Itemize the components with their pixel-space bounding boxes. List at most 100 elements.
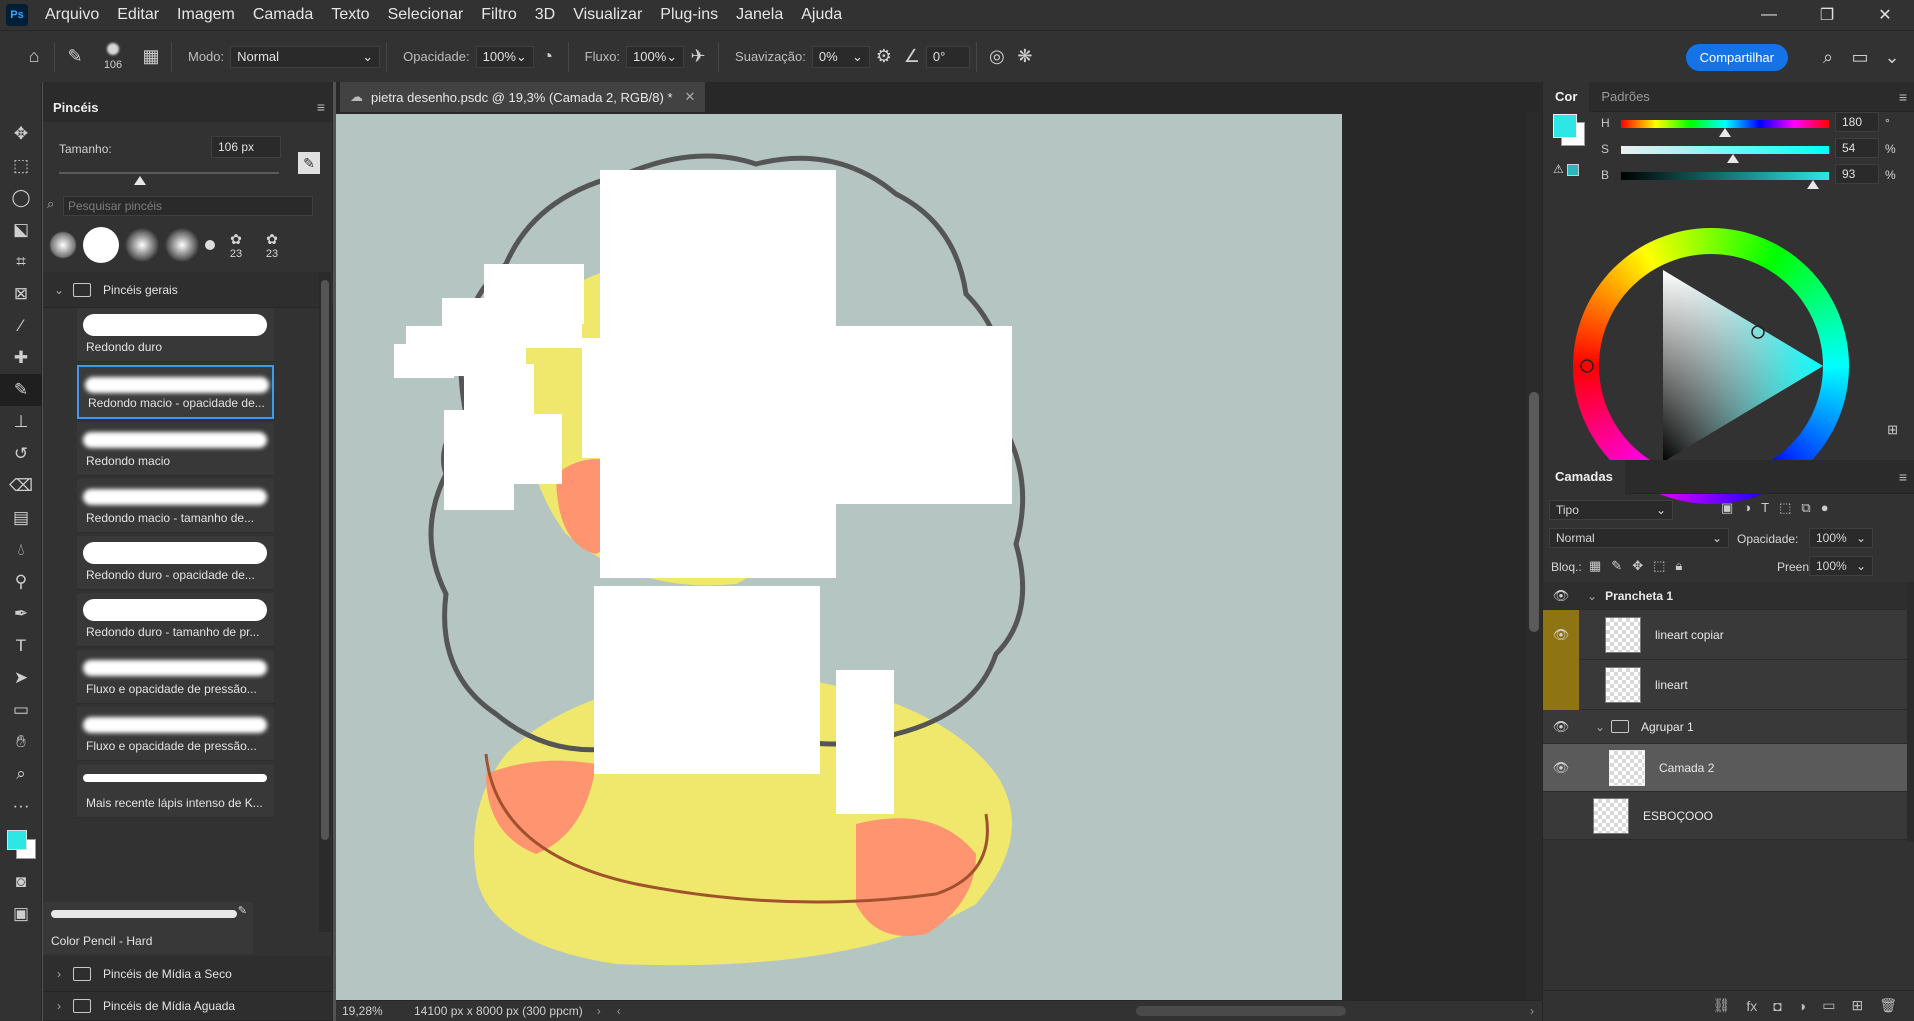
scrollbar-thumb[interactable] (1529, 392, 1539, 632)
color-swatches[interactable] (0, 822, 41, 866)
eyedropper-tool-icon[interactable]: ⁄ (0, 310, 42, 342)
type-filter-icon[interactable]: T (1761, 500, 1769, 516)
workspace-icon[interactable]: ▭ (1846, 43, 1874, 71)
layer-row[interactable]: 👁︎ lineart copiar (1543, 609, 1907, 660)
new-group-icon[interactable]: ▭ (1822, 997, 1835, 1014)
recent-brush-tip[interactable]: ✿ 23 (221, 231, 251, 260)
brush-item[interactable]: Redondo duro (77, 308, 274, 362)
clone-stamp-tool-icon[interactable]: ⊥ (0, 406, 42, 438)
brush-item[interactable]: Redondo duro - tamanho de pr... (77, 593, 274, 647)
gear-icon[interactable]: ⚙ (870, 43, 898, 71)
brush-item[interactable]: Redondo macio (77, 422, 274, 476)
path-selection-tool-icon[interactable]: ➤ (0, 662, 42, 694)
flow-select[interactable]: 100% ⌄ (626, 45, 685, 68)
filter-toggle-icon[interactable]: ● (1821, 500, 1829, 516)
more-tools-icon[interactable]: ··· (0, 790, 42, 822)
angle-input[interactable]: 0° (925, 45, 970, 68)
type-tool-icon[interactable]: T (0, 630, 42, 662)
brightness-slider[interactable] (1621, 172, 1829, 180)
layers-scrollbar[interactable] (1907, 582, 1914, 842)
add-mask-icon[interactable]: ◘ (1773, 998, 1781, 1014)
eye-icon[interactable]: 👁︎ (1543, 609, 1579, 660)
link-layers-icon[interactable]: ⛓︎ (1713, 997, 1731, 1014)
hidden-eye-icon[interactable]: ▫ (1543, 659, 1579, 710)
panel-menu-icon[interactable]: ≡ (1899, 89, 1907, 105)
brush-list-scrollbar[interactable] (319, 272, 331, 932)
menu-texto[interactable]: Texto (322, 0, 378, 30)
brush-item-color-pencil[interactable]: ✎ Color Pencil - Hard (43, 902, 253, 954)
foreground-color-swatch[interactable] (7, 830, 27, 850)
canvas-area[interactable] (336, 112, 1526, 1000)
pressure-size-icon[interactable]: ◎ (983, 43, 1011, 71)
history-brush-tool-icon[interactable]: ↺ (0, 438, 42, 470)
menu-arquivo[interactable]: Arquivo (36, 0, 108, 30)
layer-row[interactable]: ▫ ESBOÇOOO (1543, 792, 1907, 840)
gamut-warning-icon[interactable]: ⚠ (1553, 162, 1564, 176)
size-input[interactable]: 106 px (211, 136, 281, 158)
brush-item[interactable]: Redondo macio - tamanho de... (77, 479, 274, 533)
eye-icon[interactable]: 👁︎ (1543, 719, 1579, 735)
menu-ajuda[interactable]: Ajuda (792, 0, 851, 30)
zoom-level[interactable]: 19,28% (342, 1004, 402, 1018)
chevron-right-icon[interactable]: › (1530, 1004, 1534, 1018)
chevron-down-icon[interactable]: ⌄ (1878, 43, 1906, 71)
recent-brush-tip[interactable]: ✿ 23 (257, 231, 287, 260)
frame-tool-icon[interactable]: ⊠ (0, 278, 42, 310)
brush-item[interactable]: Redondo macio - opacidade de... (77, 365, 274, 419)
recent-brush-tip[interactable] (49, 231, 77, 259)
adjustment-filter-icon[interactable]: ◑ (1743, 500, 1751, 516)
chevron-down-icon[interactable]: ⌄ (1587, 589, 1597, 603)
hand-tool-icon[interactable]: ✋︎ (0, 726, 42, 758)
pressure-opacity-icon[interactable]: ◔ (534, 43, 562, 71)
rectangle-tool-icon[interactable]: ▭ (0, 694, 42, 726)
object-select-tool-icon[interactable]: ⬕ (0, 214, 42, 246)
quick-mask-icon[interactable]: ◙ (0, 866, 42, 898)
layer-filter-select[interactable]: Tipo ⌄ (1549, 500, 1673, 520)
eraser-tool-icon[interactable]: ⌫ (0, 470, 42, 502)
document-tab[interactable]: ☁ pietra desenho.psdc @ 19,3% (Camada 2,… (340, 82, 706, 112)
hue-slider-thumb[interactable] (1719, 128, 1731, 137)
foreground-color-swatch[interactable] (1553, 114, 1577, 138)
adjustment-layer-icon[interactable]: ◑ (1798, 998, 1806, 1014)
saturation-slider[interactable] (1621, 146, 1829, 154)
recent-brush-tip[interactable] (125, 228, 159, 262)
menu-visualizar[interactable]: Visualizar (564, 0, 651, 30)
layer-row-selected[interactable]: 👁︎ Camada 2 (1543, 744, 1907, 792)
new-brush-icon[interactable]: ✎ (298, 152, 320, 174)
opacity-select[interactable]: 100% ⌄ (475, 45, 534, 68)
screen-mode-icon[interactable]: ▣ (0, 898, 42, 930)
home-icon[interactable]: ⌂ (20, 43, 48, 71)
lock-all-icon[interactable]: 🔒︎ (1675, 558, 1682, 574)
delete-layer-icon[interactable]: 🗑︎ (1879, 997, 1897, 1014)
brush-item[interactable]: Mais recente lápis intenso de K... (77, 764, 274, 818)
panel-menu-icon[interactable]: ≡ (317, 99, 325, 115)
brush-search-input[interactable]: Pesquisar pincéis (63, 196, 313, 216)
brush-settings-icon[interactable]: ▦ (137, 43, 165, 71)
mode-select[interactable]: Normal ⌄ (230, 45, 381, 68)
close-button[interactable]: ✕ (1856, 0, 1914, 30)
new-layer-icon[interactable]: ⊞ (1851, 997, 1863, 1014)
eye-icon[interactable]: 👁︎ (1543, 760, 1579, 776)
canvas-vertical-scrollbar[interactable] (1526, 112, 1542, 1000)
symmetry-icon[interactable]: ❋ (1011, 43, 1039, 71)
brush-size-picker[interactable]: 106 (95, 42, 131, 71)
move-tool-icon[interactable]: ✥ (0, 118, 42, 150)
lock-position-icon[interactable]: ✥ (1632, 558, 1643, 574)
image-filter-icon[interactable]: ▣ (1721, 500, 1733, 516)
brush-item[interactable]: Redondo duro - opacidade de... (77, 536, 274, 590)
hidden-eye-icon[interactable]: ▫ (1543, 808, 1579, 823)
scrollbar-thumb[interactable] (321, 280, 329, 840)
saturation-input[interactable]: 54 (1835, 138, 1879, 158)
gradient-tool-icon[interactable]: ▤ (0, 502, 42, 534)
layer-row[interactable]: ▫ lineart (1543, 659, 1907, 710)
search-icon[interactable]: ⌕ (1814, 43, 1842, 71)
lock-pixels-icon[interactable]: ✎ (1611, 558, 1622, 574)
tab-color[interactable]: Cor (1543, 81, 1590, 112)
brushes-tab[interactable]: Pincéis (53, 100, 99, 115)
tab-swatches[interactable]: Padrões (1589, 82, 1661, 112)
brush-item[interactable]: Fluxo e opacidade de pressão... (77, 707, 274, 761)
chevron-left-icon[interactable]: ‹ (617, 1004, 621, 1018)
crop-tool-icon[interactable]: ⌗ (0, 246, 42, 278)
layer-opacity-input[interactable]: 100% ⌄ (1809, 528, 1873, 548)
smart-object-filter-icon[interactable]: ⧉ (1801, 500, 1810, 516)
